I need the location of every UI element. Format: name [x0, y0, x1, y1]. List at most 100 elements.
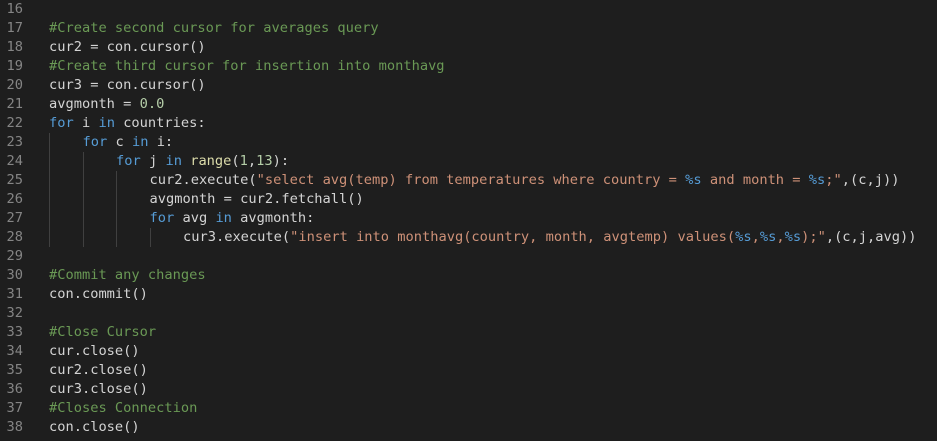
code-line[interactable]: 26 avgmonth = cur2.fetchall() — [0, 190, 937, 209]
code-number: 0.0 — [139, 96, 165, 112]
code-text: #Create second cursor for averages query — [49, 19, 379, 38]
code-line[interactable]: 22 for i in countries: — [0, 114, 937, 133]
code-line[interactable]: 23 for c in i: — [0, 133, 937, 152]
line-number: 36 — [6, 381, 23, 397]
indent-guide — [116, 209, 117, 228]
line-number: 27 — [6, 210, 23, 226]
code-line[interactable]: 31 con.commit() — [0, 285, 937, 304]
code-string: and month = — [701, 172, 809, 188]
code-line[interactable]: 20 cur3 = con.cursor() — [0, 76, 937, 95]
code-text: cur3.close() — [49, 380, 148, 399]
code-number: 13 — [256, 153, 273, 169]
line-number: 16 — [6, 1, 23, 17]
code-text: cur3.execute("insert into monthavg(count… — [183, 228, 916, 247]
code-string: );" — [801, 229, 826, 245]
code-line[interactable]: 18 cur2 = con.cursor() — [0, 38, 937, 57]
code-token: avgmonth = — [49, 96, 140, 112]
code-text: con.commit() — [49, 285, 148, 304]
indent-guide — [49, 133, 50, 152]
code-keyword: for — [149, 210, 175, 226]
code-text: for avg in avgmonth: — [150, 209, 315, 228]
line-number: 24 — [6, 153, 23, 169]
code-token: cur3 = con.cursor() — [49, 77, 206, 93]
line-number: 20 — [6, 77, 23, 93]
code-comment: #Commit any changes — [49, 267, 206, 283]
code-comment: #Create second cursor for averages query — [49, 20, 379, 36]
code-text: #Create third cursor for insertion into … — [49, 57, 445, 76]
code-line[interactable]: 36 cur3.close() — [0, 380, 937, 399]
code-line[interactable]: 27 for avg in avgmonth: — [0, 209, 937, 228]
code-line[interactable]: 24 for j in range(1,13): — [0, 152, 937, 171]
indent-guide — [116, 171, 117, 190]
line-number: 38 — [6, 419, 23, 435]
code-line[interactable]: 17 #Create second cursor for averages que… — [0, 19, 937, 38]
code-token: , — [247, 153, 257, 169]
code-token: ,(c,j,avg)) — [825, 229, 917, 245]
indent-guide — [116, 190, 117, 209]
code-line[interactable]: 30 #Commit any changes — [0, 266, 937, 285]
indent-guide — [49, 228, 50, 247]
code-token: ,(c,j)) — [841, 172, 900, 188]
code-line[interactable]: 37 #Closes Connection — [0, 399, 937, 418]
code-line[interactable]: 21 avgmonth = 0.0 — [0, 95, 937, 114]
line-number: 17 — [6, 20, 23, 36]
code-comment: #Create third cursor for insertion into … — [49, 58, 445, 74]
code-string: %s — [685, 172, 702, 188]
line-number: 33 — [6, 324, 23, 340]
code-text: avgmonth = 0.0 — [49, 95, 164, 114]
code-builtin: range — [190, 153, 232, 169]
code-token: cur.close() — [49, 343, 140, 359]
code-token: i — [73, 115, 99, 131]
code-text: cur.close() — [49, 342, 140, 361]
indent-guide — [49, 190, 50, 209]
code-text: cur2 = con.cursor() — [49, 38, 206, 57]
code-keyword: for — [82, 134, 108, 150]
code-text: for i in countries: — [49, 114, 206, 133]
line-number: 26 — [6, 191, 23, 207]
code-line[interactable]: 19 #Create third cursor for insertion int… — [0, 57, 937, 76]
code-text: con.close() — [49, 418, 140, 437]
indent-guide — [82, 228, 84, 247]
code-line[interactable]: 28 cur3.execute("insert into monthavg(cou… — [0, 228, 937, 247]
code-line[interactable]: 32 — [0, 304, 937, 323]
code-text: for j in range(1,13): — [116, 152, 289, 171]
code-token: cur2.close() — [49, 362, 148, 378]
code-line[interactable]: 33 #Close Cursor — [0, 323, 937, 342]
code-line[interactable]: 16 — [0, 0, 937, 19]
line-number: 34 — [6, 343, 23, 359]
code-line[interactable]: 38 con.close() — [0, 418, 937, 437]
code-token: ): — [272, 153, 290, 169]
code-editor[interactable]: 16 17 #Create second cursor for averages q… — [0, 0, 937, 441]
code-string: , — [751, 229, 760, 245]
line-number: 29 — [6, 248, 23, 264]
line-number: 37 — [6, 400, 23, 416]
code-string: %s — [808, 172, 826, 188]
code-token: cur3.execute( — [183, 229, 291, 245]
indent-guide — [82, 152, 84, 171]
code-token: i: — [148, 134, 174, 150]
code-string: ;" — [825, 172, 842, 188]
code-text: cur3 = con.cursor() — [49, 76, 206, 95]
code-text: #Closes Connection — [49, 399, 197, 418]
code-token: countries: — [114, 115, 206, 131]
code-keyword: in — [215, 210, 232, 226]
code-comment: #Close Cursor — [49, 324, 157, 340]
line-number: 31 — [6, 286, 23, 302]
line-number: 18 — [6, 39, 23, 55]
code-line[interactable]: 35 cur2.close() — [0, 361, 937, 380]
line-number: 28 — [6, 229, 23, 245]
code-line[interactable]: 29 — [0, 247, 937, 266]
code-line[interactable]: 34 cur.close() — [0, 342, 937, 361]
code-text: for c in i: — [83, 133, 174, 152]
line-number: 32 — [6, 305, 23, 321]
code-comment: #Closes Connection — [49, 400, 198, 416]
code-string: %s — [735, 229, 752, 245]
code-line[interactable]: 25 cur2.execute("select avg(temp) from te… — [0, 171, 937, 190]
code-text: #Commit any changes — [49, 266, 206, 285]
line-number: 30 — [6, 267, 23, 283]
code-token: con.commit() — [49, 286, 148, 302]
code-string: "select avg(temp) from temperatures wher… — [256, 172, 686, 188]
code-token: con.close() — [49, 419, 140, 435]
code-text: #Close Cursor — [49, 323, 156, 342]
